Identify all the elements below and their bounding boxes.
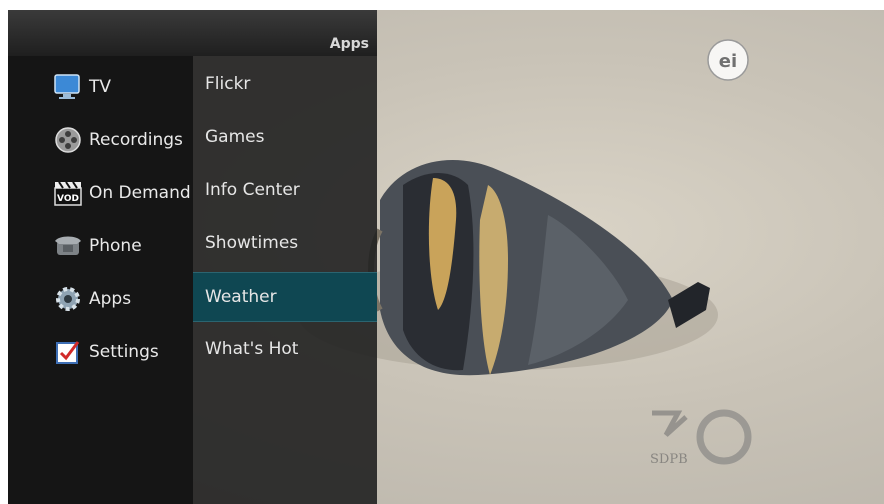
gear-icon xyxy=(53,284,83,314)
svg-text:VOD: VOD xyxy=(57,194,79,204)
main-menu-item-tv[interactable]: TV xyxy=(8,60,193,113)
main-menu-item-phone[interactable]: Phone xyxy=(8,219,193,272)
menu-header: Apps xyxy=(8,10,377,56)
ui-overlay: Apps TV Recordings VOD On Demand Phone A… xyxy=(8,10,884,504)
main-menu: TV Recordings VOD On Demand Phone Apps S… xyxy=(8,56,193,504)
vod-clapperboard-icon: VOD xyxy=(53,178,83,208)
phone-icon xyxy=(53,231,83,261)
ei-rating-badge: ei xyxy=(707,39,749,81)
apps-item-info-center[interactable]: Info Center xyxy=(193,166,377,214)
ei-badge-text: ei xyxy=(719,51,737,72)
sdpb-watermark-text: SDPB xyxy=(650,452,688,467)
apps-label-games: Games xyxy=(205,127,265,147)
main-menu-label-on-demand: On Demand xyxy=(89,182,191,203)
apps-submenu: Flickr Games Info Center Showtimes Weath… xyxy=(193,56,377,504)
apps-label-whats-hot: What's Hot xyxy=(205,339,299,359)
film-reel-icon xyxy=(53,125,83,155)
apps-item-showtimes[interactable]: Showtimes xyxy=(193,219,377,267)
main-menu-label-apps: Apps xyxy=(89,288,132,309)
sdpb-watermark-logo: SDPB xyxy=(650,409,752,467)
apps-item-games[interactable]: Games xyxy=(193,113,377,161)
main-menu-item-settings[interactable]: Settings xyxy=(8,325,193,378)
main-menu-label-tv: TV xyxy=(89,76,112,97)
apps-item-weather[interactable]: Weather xyxy=(193,272,377,322)
apps-label-weather: Weather xyxy=(205,287,277,307)
apps-label-flickr: Flickr xyxy=(205,74,251,94)
main-menu-label-settings: Settings xyxy=(89,341,159,362)
apps-label-info-center: Info Center xyxy=(205,180,300,200)
main-menu-item-on-demand[interactable]: VOD On Demand xyxy=(8,166,193,219)
apps-item-flickr[interactable]: Flickr xyxy=(193,60,377,108)
main-menu-label-recordings: Recordings xyxy=(89,129,183,150)
main-menu-label-phone: Phone xyxy=(89,235,142,256)
tv-icon xyxy=(53,72,83,102)
tv-screen: Apps TV Recordings VOD On Demand Phone A… xyxy=(8,10,884,504)
menu-title: Apps xyxy=(329,36,369,52)
checkbox-icon xyxy=(53,337,83,367)
apps-label-showtimes: Showtimes xyxy=(205,233,299,253)
main-menu-item-recordings[interactable]: Recordings xyxy=(8,113,193,166)
apps-item-whats-hot[interactable]: What's Hot xyxy=(193,325,377,373)
main-menu-item-apps[interactable]: Apps xyxy=(8,272,193,325)
